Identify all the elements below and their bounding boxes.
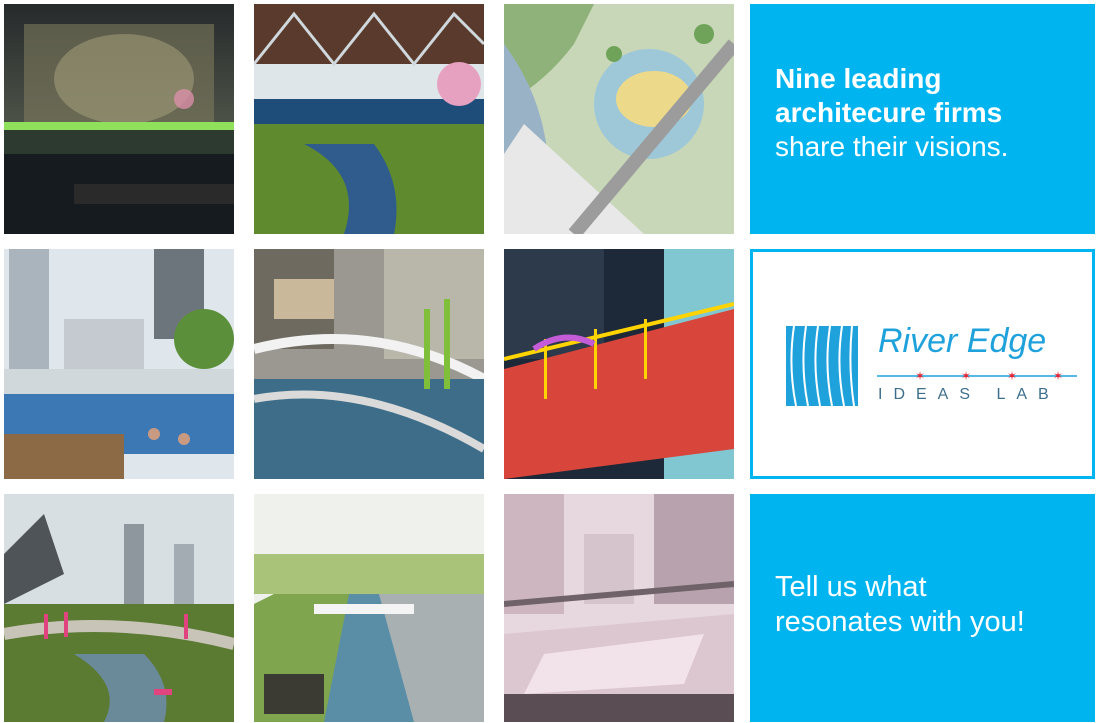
svg-text:✶: ✶ xyxy=(1007,370,1017,382)
logo-subtitle: IDEAS LAB xyxy=(878,386,1060,403)
cta-line-2: resonates with you! xyxy=(775,606,1025,638)
gallery-image-red-plaza-night[interactable] xyxy=(504,249,734,479)
cta-line-1: Tell us what xyxy=(775,571,927,603)
headline-panel: Nine leading architecure firms share the… xyxy=(750,4,1095,234)
gallery-image-bridge-wetland[interactable] xyxy=(254,4,484,234)
river-edge-logo-panel: River Edge ✶ ✶ ✶ ✶ IDEAS LAB xyxy=(750,249,1095,479)
gallery-image-stage-on-river[interactable] xyxy=(4,4,234,234)
gallery-image-pink-plaza[interactable] xyxy=(504,494,734,722)
gallery-image-aerial-beach[interactable] xyxy=(504,4,734,234)
gallery-grid: Nine leading architecure firms share the… xyxy=(0,0,1098,723)
gallery-image-river-pool[interactable] xyxy=(4,249,234,479)
svg-text:✶: ✶ xyxy=(915,370,925,382)
cta-text: Tell us what resonates with you! xyxy=(775,570,1095,640)
headline-light-line: share their visions. xyxy=(775,131,1009,162)
logo-star-line-icon: ✶ ✶ ✶ ✶ xyxy=(877,370,1077,382)
svg-text:✶: ✶ xyxy=(1053,370,1063,382)
river-edge-logo-mark-icon xyxy=(786,326,858,406)
svg-text:✶: ✶ xyxy=(961,370,971,382)
gallery-image-green-terraces[interactable] xyxy=(254,494,484,722)
headline-text: Nine leading architecure firms share the… xyxy=(775,62,1095,164)
gallery-image-bridge-park-city[interactable] xyxy=(4,494,234,722)
cta-panel[interactable]: Tell us what resonates with you! xyxy=(750,494,1095,722)
logo-title: River Edge xyxy=(878,322,1047,360)
headline-strong-line-1: Nine leading xyxy=(775,63,942,94)
headline-strong-line-2: architecure firms xyxy=(775,97,1003,128)
gallery-image-floating-walkway[interactable] xyxy=(254,249,484,479)
